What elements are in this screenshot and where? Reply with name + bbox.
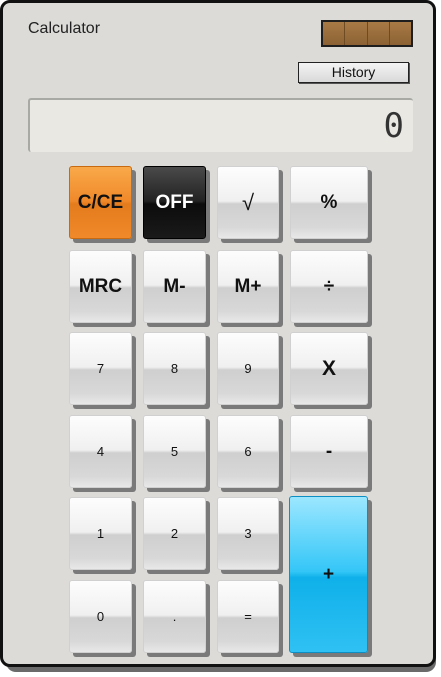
digit-4-button[interactable]: 4 (69, 415, 132, 488)
digit-5-button[interactable]: 5 (143, 415, 206, 488)
multiply-icon: X (321, 356, 336, 380)
equals-label: = (244, 609, 252, 624)
plus-icon: + (322, 563, 335, 585)
off-button-label: OFF (155, 191, 194, 213)
solar-cell (389, 22, 411, 45)
sqrt-button[interactable]: √ (217, 166, 279, 239)
minus-icon: - (325, 440, 333, 462)
mrc-button-label: MRC (78, 275, 123, 297)
percent-button-label: % (320, 191, 338, 213)
sqrt-icon: √ (241, 189, 255, 215)
digit-8-label: 8 (170, 361, 179, 376)
off-button[interactable]: OFF (143, 166, 206, 239)
solar-cell (323, 22, 346, 45)
memory-plus-button[interactable]: M+ (217, 250, 279, 323)
display-value: 0 (383, 106, 405, 146)
window-title: Calculator (28, 20, 101, 37)
decimal-button[interactable]: . (143, 580, 206, 653)
divide-icon: ÷ (323, 275, 335, 297)
digit-9-label: 9 (244, 361, 252, 376)
minus-button[interactable]: - (290, 415, 368, 488)
equals-button[interactable]: = (217, 580, 279, 653)
solar-cell (367, 22, 390, 45)
digit-1-button[interactable]: 1 (69, 497, 132, 570)
digit-2-label: 2 (170, 526, 179, 541)
history-button[interactable]: History (298, 62, 409, 83)
digit-8-button[interactable]: 8 (143, 332, 206, 405)
percent-button[interactable]: % (290, 166, 368, 239)
digit-1-label: 1 (96, 526, 105, 541)
decimal-label: . (172, 609, 177, 624)
plus-button[interactable]: + (289, 496, 368, 653)
digit-3-button[interactable]: 3 (217, 497, 279, 570)
divide-button[interactable]: ÷ (290, 250, 368, 323)
digit-7-button[interactable]: 7 (69, 332, 132, 405)
solar-cell (345, 22, 368, 45)
digit-7-label: 7 (96, 361, 105, 376)
clear-button[interactable]: C/CE (69, 166, 132, 239)
digit-0-label: 0 (96, 609, 105, 624)
clear-button-label: C/CE (77, 191, 124, 213)
solar-panel (321, 20, 413, 47)
mrc-button[interactable]: MRC (69, 250, 132, 323)
digit-4-label: 4 (96, 444, 105, 459)
multiply-button[interactable]: X (290, 332, 368, 405)
digit-2-button[interactable]: 2 (143, 497, 206, 570)
memory-minus-button[interactable]: M- (143, 250, 206, 323)
digit-0-button[interactable]: 0 (69, 580, 132, 653)
memory-minus-button-label: M- (163, 275, 186, 297)
memory-plus-button-label: M+ (234, 275, 262, 297)
calculator-window: Calculator History 0 C/CE OFF √ % MRC M-… (0, 0, 436, 667)
digit-5-label: 5 (170, 444, 179, 459)
digit-6-label: 6 (244, 444, 252, 459)
digit-9-button[interactable]: 9 (217, 332, 279, 405)
digit-3-label: 3 (244, 526, 252, 541)
display-screen: 0 (28, 98, 413, 152)
digit-6-button[interactable]: 6 (217, 415, 279, 488)
